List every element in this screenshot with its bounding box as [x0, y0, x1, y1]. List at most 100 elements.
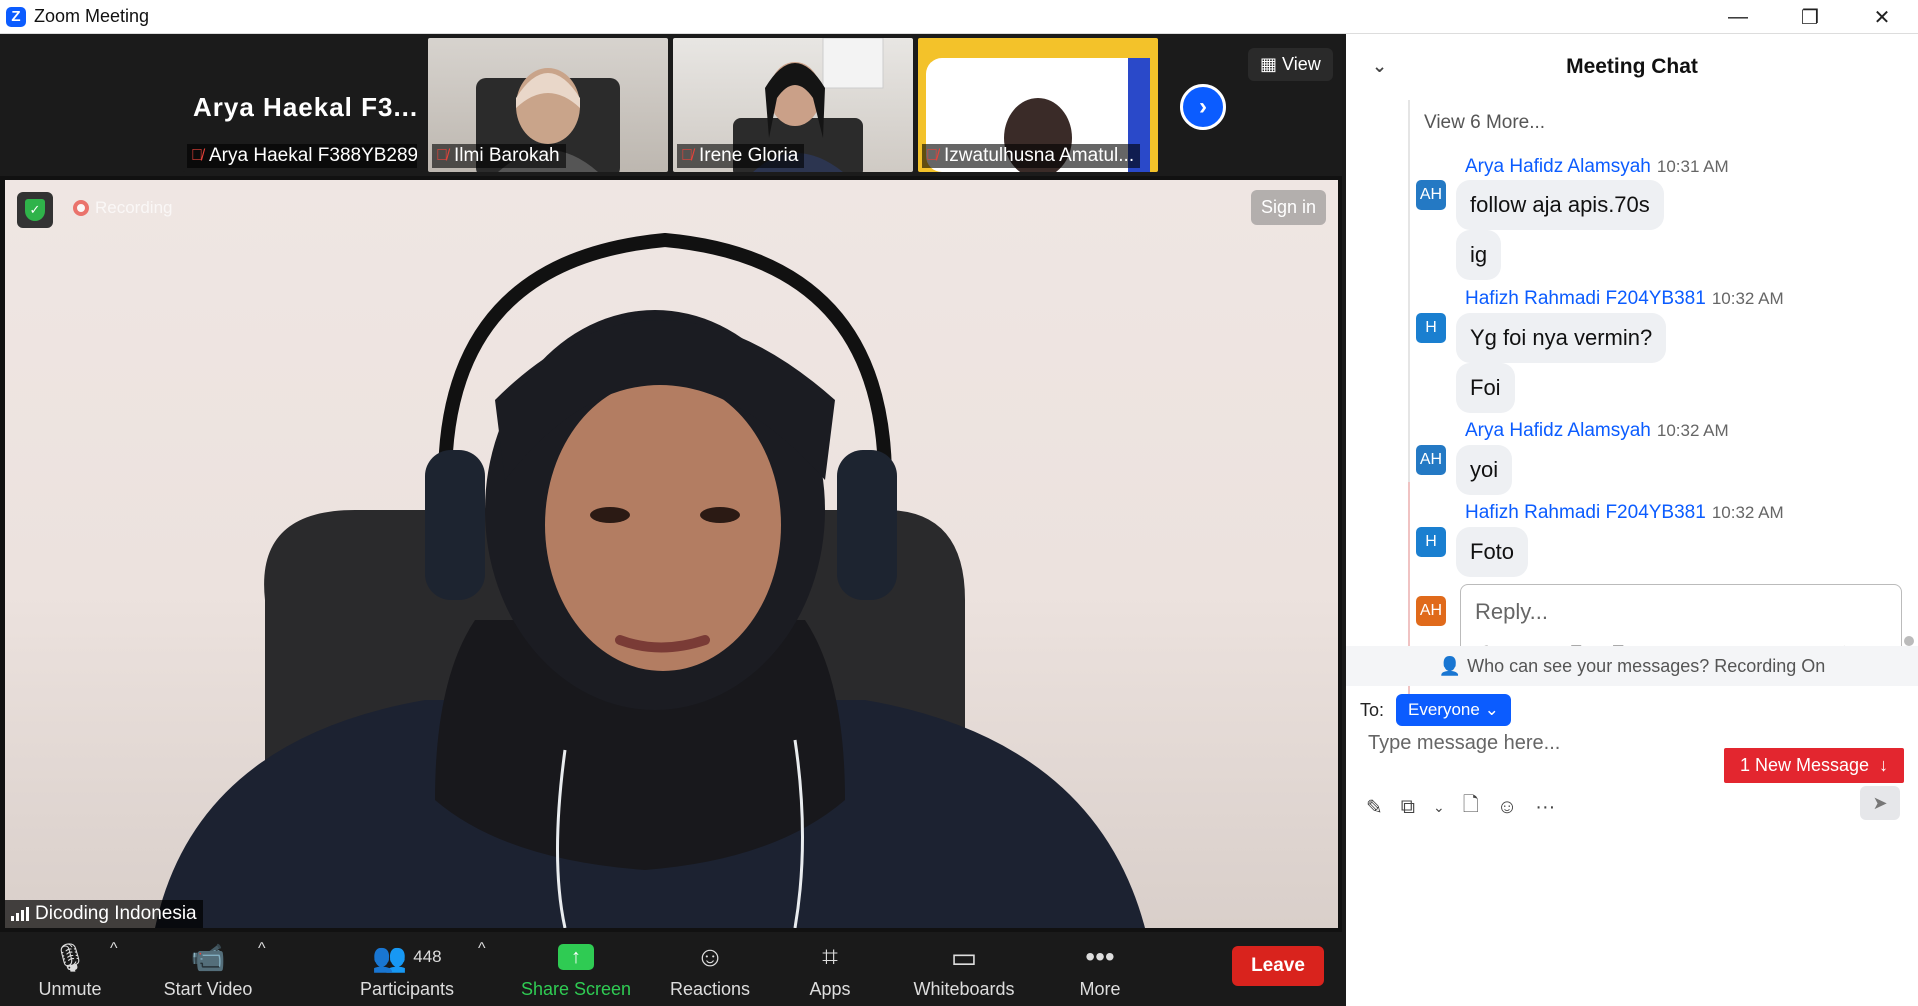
chat-title: Meeting Chat [1566, 55, 1698, 78]
message-header: Arya Hafidz Alamsyah 10:31 AM [1465, 156, 1729, 178]
message-bubble[interactable]: follow aja apis.70s [1456, 180, 1664, 230]
zoom-logo-icon: Z [6, 6, 26, 27]
person-lock-icon: 👤 [1438, 655, 1462, 676]
new-message-label: 1 New Message [1740, 755, 1870, 775]
reply-input[interactable]: Reply... [1475, 599, 1548, 625]
sign-in-button[interactable]: Sign in [1250, 190, 1326, 225]
unmute-label: Unmute [38, 979, 102, 999]
message-time: 10:32 AM [1711, 503, 1784, 522]
message-time: 10:32 AM [1711, 289, 1784, 308]
tile-name-label: 🎙̸ Arya Haekal F388YB289 [187, 144, 417, 168]
privacy-text: Who can see your messages? Recording On [1467, 655, 1826, 676]
view-more-link[interactable]: View 6 More... [1424, 112, 1545, 134]
participant-tile[interactable]: 🎙̸ Irene Gloria [673, 38, 913, 172]
avatar[interactable]: AH [1416, 180, 1446, 210]
avatar[interactable]: H [1416, 313, 1446, 343]
message-bubble[interactable]: ig [1456, 230, 1502, 280]
sender-name[interactable]: Arya Hafidz Alamsyah [1465, 420, 1651, 441]
message-time: 10:32 AM [1656, 421, 1729, 440]
message-input[interactable]: Type message here... [1368, 732, 1560, 755]
chat-header: ⌄ Meeting Chat [1346, 34, 1918, 100]
video-area: Arya Haekal F3... 🎙̸ Arya Haekal F388YB2… [0, 34, 1342, 1006]
participants-icon: 👥 448 [372, 941, 442, 973]
maximize-button[interactable]: ❐ [1774, 0, 1846, 34]
minimize-button[interactable]: — [1702, 0, 1774, 34]
whiteboards-button[interactable]: ▭ Whiteboards [904, 932, 1024, 1006]
participant-tile[interactable]: Arya Haekal F3... 🎙̸ Arya Haekal F388YB2… [183, 38, 423, 172]
participants-count: 448 [413, 947, 442, 966]
chevron-down-icon[interactable]: ⌄ [1372, 56, 1387, 77]
message-bubble[interactable]: yoi [1456, 445, 1513, 495]
more-button[interactable]: ••• More [1060, 932, 1140, 1006]
reactions-button[interactable]: ☺ Reactions [660, 932, 760, 1006]
participant-strip: Arya Haekal F3... 🎙̸ Arya Haekal F388YB2… [0, 34, 1342, 176]
recording-dot-icon [73, 200, 89, 216]
whiteboards-label: Whiteboards [913, 979, 1015, 999]
avatar: AH [1416, 596, 1446, 626]
sender-name[interactable]: Hafizh Rahmadi F204YB381 [1465, 502, 1706, 523]
signal-bars-icon [11, 907, 29, 921]
audio-options-caret-icon[interactable]: ^ [110, 940, 118, 958]
view-button[interactable]: ▦ View [1248, 48, 1333, 81]
more-label: More [1079, 979, 1121, 999]
grid-icon: ▦ [1260, 54, 1278, 74]
message-bubble[interactable]: Foi [1456, 363, 1515, 413]
file-icon[interactable]: 🗋 [1463, 790, 1479, 824]
avatar[interactable]: H [1416, 527, 1446, 557]
sender-name[interactable]: Hafizh Rahmadi F204YB381 [1465, 288, 1706, 309]
video-options-caret-icon[interactable]: ^ [258, 940, 266, 958]
sender-name[interactable]: Arya Hafidz Alamsyah [1465, 156, 1651, 177]
arrow-down-icon: ↓ [1879, 755, 1889, 775]
format-text-icon[interactable]: ✎ [1366, 795, 1383, 820]
next-page-icon[interactable]: › [1180, 84, 1226, 130]
unmute-button[interactable]: 🎙 Unmute [20, 932, 120, 1006]
avatar[interactable]: AH [1416, 445, 1446, 475]
participant-tile[interactable]: 🎙̸ Izwatulhusna Amatul... [918, 38, 1158, 172]
more-dots-icon: ••• [1085, 941, 1115, 972]
speaker-name-tag: Dicoding Indonesia [5, 900, 203, 928]
apps-label: Apps [809, 979, 851, 999]
recording-indicator: Recording [73, 198, 173, 218]
close-button[interactable]: ✕ [1846, 0, 1918, 34]
view-label: View [1282, 54, 1321, 74]
message-bubble[interactable]: Foto [1456, 527, 1529, 577]
message-header: Arya Hafidz Alamsyah 10:32 AM [1465, 420, 1729, 442]
tile-name: Ilmi Barokah [454, 145, 560, 166]
participant-tile[interactable]: 🎙̸ Ilmi Barokah [428, 38, 668, 172]
leave-button[interactable]: Leave [1232, 946, 1324, 986]
start-video-button[interactable]: 📹 Start Video [150, 932, 266, 1006]
share-screen-button[interactable]: ↑ Share Screen [516, 932, 636, 1006]
tile-name-label: 🎙̸ Ilmi Barokah [432, 144, 566, 168]
chat-panel: ⌄ Meeting Chat View 6 More... Arya Hafid… [1346, 34, 1918, 1006]
window-title: Zoom Meeting [34, 6, 150, 26]
speaker-image [155, 232, 1145, 928]
reactions-label: Reactions [669, 979, 751, 999]
share-screen-icon: ↑ [558, 939, 594, 975]
tile-big-name: Arya Haekal F3... [193, 92, 419, 122]
chevron-down-icon[interactable]: ⌄ [1433, 799, 1445, 816]
apps-icon: ⌗ [822, 940, 838, 972]
tile-name-label: 🎙̸ Izwatulhusna Amatul... [922, 144, 1141, 168]
privacy-notice[interactable]: 👤 Who can see your messages? Recording O… [1346, 646, 1918, 686]
send-button[interactable]: ➤ [1860, 786, 1900, 820]
share-screen-label: Share Screen [520, 979, 632, 999]
more-dots-icon[interactable]: ··· [1535, 796, 1555, 819]
screenshot-icon[interactable]: ⧉ [1401, 796, 1415, 819]
tile-name-label: 🎙̸ Irene Gloria [677, 144, 805, 168]
emoji-icon[interactable]: ☺ [1497, 796, 1517, 819]
participants-caret-icon[interactable]: ^ [478, 940, 486, 958]
apps-button[interactable]: ⌗ Apps [790, 932, 870, 1006]
participants-button[interactable]: 👥 448 Participants [346, 932, 468, 1006]
recipient-select[interactable]: Everyone ⌄ [1396, 694, 1511, 726]
new-message-button[interactable]: 1 New Message ↓ [1724, 748, 1905, 783]
meeting-toolbar: 🎙 Unmute ^ 📹 Start Video ^ 👥 448 Particip… [0, 932, 1342, 1006]
tile-name: Arya Haekal F388YB289 [209, 145, 417, 166]
recipient-row: To: Everyone ⌄ [1360, 694, 1511, 726]
tile-name: Irene Gloria [699, 145, 799, 166]
scrollbar-thumb[interactable] [1904, 636, 1914, 646]
message-bubble[interactable]: Yg foi nya vermin? [1456, 313, 1667, 363]
start-video-label: Start Video [163, 979, 253, 999]
video-off-icon: 📹 [190, 941, 226, 973]
security-shield-icon[interactable]: ✓ [17, 192, 53, 228]
chevron-down-icon: ⌄ [1484, 700, 1499, 719]
